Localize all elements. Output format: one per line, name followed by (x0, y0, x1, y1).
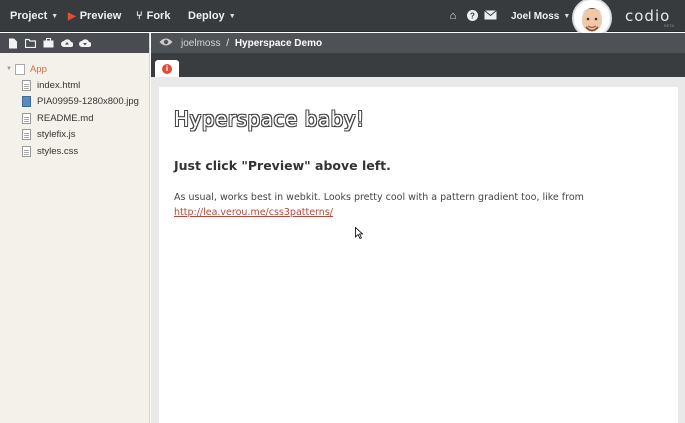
user-name: Joel Moss (511, 10, 560, 22)
mouse-cursor-icon (355, 226, 364, 240)
file-readme-md[interactable]: README.md (0, 110, 149, 127)
tree-root-label: App (29, 63, 47, 75)
fork-label: Fork (146, 10, 171, 22)
file-label: styles.css (37, 145, 79, 157)
expand-arrow-icon[interactable]: ▼ (6, 66, 12, 72)
briefcase-icon[interactable] (43, 37, 54, 49)
chevron-down-icon: ▼ (228, 12, 236, 20)
tree-root-app[interactable]: ▼ App (0, 61, 149, 77)
info-icon: i (162, 63, 172, 74)
user-menu[interactable]: Joel Moss ▼ (511, 0, 570, 32)
home-icon[interactable]: ⌂ (447, 10, 459, 22)
file-icon (22, 145, 31, 157)
file-pia-jpg[interactable]: PIA09959-1280x800.jpg (0, 94, 149, 111)
breadcrumb-project: Hyperspace Demo (234, 37, 323, 49)
image-file-icon (22, 96, 31, 108)
new-file-icon[interactable] (7, 38, 18, 49)
mail-icon[interactable] (483, 10, 497, 22)
page-heading: Hyperspace baby! (174, 107, 365, 131)
page-paragraph: As usual, works best in webkit. Looks pr… (174, 190, 634, 220)
file-icon (22, 79, 31, 91)
eye-icon[interactable] (159, 37, 173, 49)
cloud-download-icon[interactable] (79, 38, 92, 49)
sidebar-toolbar (0, 33, 149, 53)
preview-button[interactable]: ▶ Preview (68, 0, 121, 32)
preview-label: Preview (79, 10, 122, 22)
project-menu[interactable]: Project ▼ (10, 0, 58, 32)
file-label: index.html (37, 79, 81, 91)
file-label: PIA09959-1280x800.jpg (37, 96, 139, 108)
preview-pane: Hyperspace baby! Just click "Preview" ab… (151, 77, 685, 423)
file-tree: ▼ App index.html PIA09959-1280x800.jpg R… (0, 53, 149, 160)
project-menu-label: Project (10, 10, 48, 22)
top-bar: Project ▼ ▶ Preview ⑂ Fork Deploy ▼ ⌂ ? … (0, 0, 685, 38)
file-icon (22, 129, 31, 141)
file-stylefix-js[interactable]: stylefix.js (0, 127, 149, 144)
file-styles-css[interactable]: styles.css (0, 143, 149, 160)
help-icon[interactable]: ? (466, 10, 478, 22)
file-label: README.md (37, 112, 94, 124)
file-icon (22, 112, 31, 124)
tab-info[interactable]: i (155, 60, 179, 77)
patterns-link[interactable]: http://lea.verou.me/css3patterns/ (174, 207, 333, 218)
editor-header: joelmoss / Hyperspace Demo (151, 33, 685, 53)
open-folder-icon[interactable] (24, 38, 37, 49)
breadcrumb-user[interactable]: joelmoss (181, 38, 220, 49)
tab-bar: i (151, 53, 685, 77)
deploy-menu[interactable]: Deploy ▼ (188, 0, 236, 32)
document-content: Hyperspace baby! Just click "Preview" ab… (159, 87, 678, 423)
chevron-down-icon: ▼ (51, 12, 59, 20)
page-subheading: Just click "Preview" above left. (174, 158, 391, 173)
svg-text:?: ? (470, 12, 475, 21)
fork-button[interactable]: ⑂ Fork (136, 0, 170, 32)
paragraph-text: As usual, works best in webkit. Looks pr… (174, 192, 584, 203)
breadcrumb: joelmoss / Hyperspace Demo (181, 38, 322, 49)
cloud-upload-icon[interactable] (61, 38, 74, 49)
fork-icon: ⑂ (136, 10, 143, 22)
deploy-menu-label: Deploy (188, 10, 225, 22)
file-tree-sidebar: ▼ App index.html PIA09959-1280x800.jpg R… (0, 33, 150, 423)
play-icon: ▶ (68, 10, 76, 22)
folder-icon (14, 63, 25, 75)
file-index-html[interactable]: index.html (0, 77, 149, 94)
breadcrumb-separator: / (226, 37, 230, 49)
file-label: stylefix.js (37, 129, 76, 141)
chevron-down-icon: ▼ (563, 12, 571, 20)
beta-badge: BETA (664, 23, 675, 28)
